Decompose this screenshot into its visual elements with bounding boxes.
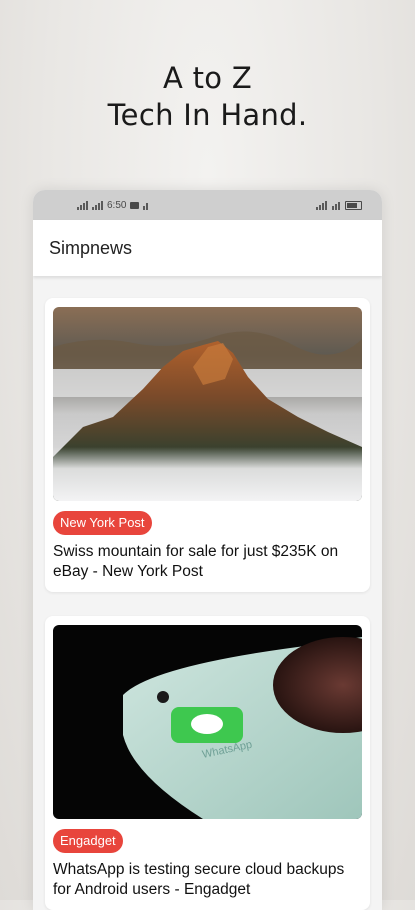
headline: A to Z Tech In Hand. xyxy=(0,60,415,134)
status-bar-left: 6:50 xyxy=(77,190,149,220)
signal-icon xyxy=(92,200,103,210)
article-card[interactable]: New York Post Swiss mountain for sale fo… xyxy=(45,298,370,592)
status-bar-right xyxy=(316,190,362,220)
headline-line-1: A to Z xyxy=(162,61,253,95)
source-badge[interactable]: New York Post xyxy=(53,511,152,535)
battery-icon xyxy=(345,200,362,210)
news-feed[interactable]: New York Post Swiss mountain for sale fo… xyxy=(33,276,382,910)
headline-line-2: Tech In Hand. xyxy=(107,98,308,132)
article-card[interactable]: WhatsApp Engadget WhatsApp is testing se… xyxy=(45,616,370,910)
signal-icon xyxy=(77,200,88,210)
app-title: Simpnews xyxy=(49,237,133,258)
signal-icon xyxy=(143,201,149,210)
wifi-icon xyxy=(332,201,340,210)
article-image[interactable]: WhatsApp xyxy=(53,625,362,819)
status-time: 6:50 xyxy=(107,199,127,211)
phone-mockup: 6:50 Simpnews New York Post Swiss mounta… xyxy=(33,190,382,910)
source-badge[interactable]: Engadget xyxy=(53,829,123,853)
signal-icon xyxy=(316,200,327,210)
app-bar: Simpnews xyxy=(33,220,382,276)
article-title[interactable]: Swiss mountain for sale for just $235K o… xyxy=(53,542,362,582)
status-bar: 6:50 xyxy=(33,190,382,220)
article-title[interactable]: WhatsApp is testing secure cloud backups… xyxy=(53,860,362,900)
message-icon xyxy=(130,201,140,209)
article-image[interactable] xyxy=(53,307,362,501)
